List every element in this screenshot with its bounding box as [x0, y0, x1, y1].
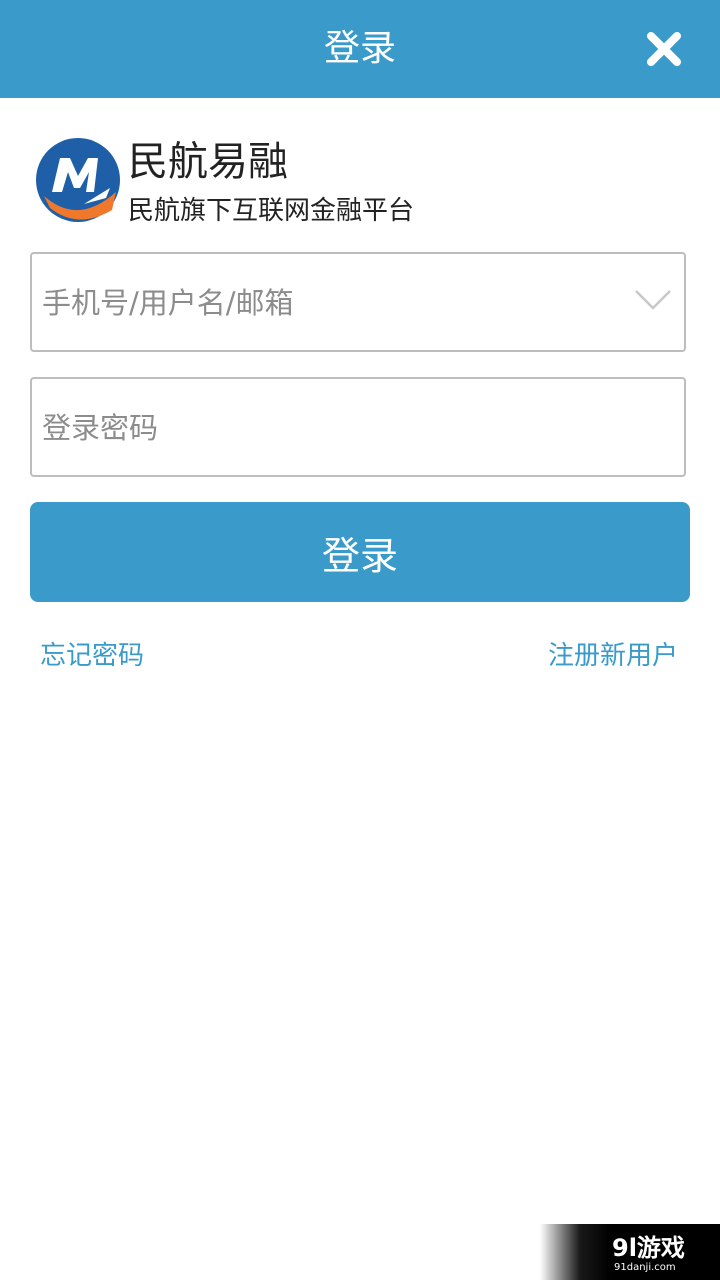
brand-block: 民航易融 民航旗下互联网金融平台: [34, 134, 454, 234]
brand-tagline: 民航旗下互联网金融平台: [128, 196, 415, 226]
register-link[interactable]: 注册新用户: [548, 636, 678, 676]
username-field: [30, 252, 686, 352]
brand-logo-icon: [36, 138, 120, 222]
header-bar: 登录: [0, 0, 720, 98]
watermark-logo-icon: 9l游戏 91danji.com: [612, 1234, 685, 1273]
forgot-password-link[interactable]: 忘记密码: [40, 636, 144, 676]
username-input[interactable]: [40, 254, 634, 352]
login-page: 登录 民航易融 民航旗下互联网金融平台 登录 忘记密码 注册新用户 9l游戏: [0, 0, 720, 1280]
brand-name: 民航易融: [128, 139, 288, 185]
svg-text:91danji.com: 91danji.com: [614, 1262, 676, 1273]
chevron-down-icon[interactable]: [634, 288, 672, 312]
password-field: [30, 377, 686, 477]
login-button[interactable]: 登录: [30, 502, 690, 602]
page-title: 登录: [323, 28, 396, 69]
svg-text:9l游戏: 9l游戏: [612, 1234, 685, 1262]
close-icon: [647, 32, 681, 66]
watermark: 9l游戏 91danji.com: [540, 1224, 720, 1280]
close-button[interactable]: [644, 29, 684, 69]
password-input[interactable]: [40, 379, 634, 477]
